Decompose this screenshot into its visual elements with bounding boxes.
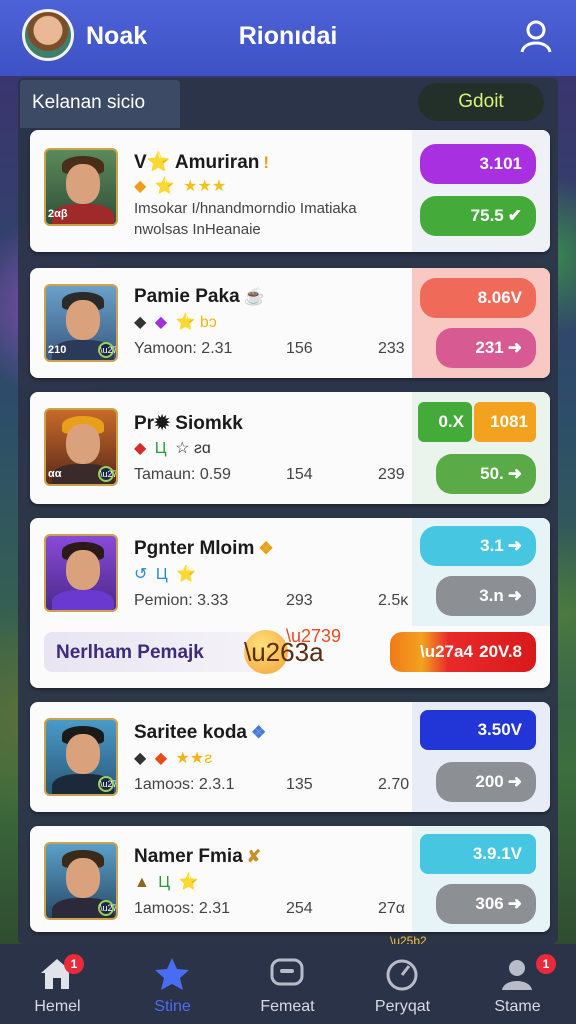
nav-item-star[interactable]: Stine (115, 944, 230, 1024)
score-pill[interactable]: 231 ➜ (436, 328, 536, 368)
player-portrait: \u2713 (44, 718, 118, 796)
score-pill[interactable]: 3.50V (420, 710, 536, 750)
score-pill[interactable]: 306 ➜ (436, 884, 536, 924)
player-portrait: αα \u2713 (44, 408, 118, 486)
player-portrait: 2αβ (44, 148, 118, 226)
user-icon (502, 960, 532, 990)
score-pill[interactable]: 3.n ➜ (436, 576, 536, 616)
section-tab[interactable]: Kelanan sicio (20, 80, 180, 128)
notification-badge: 1 (536, 954, 556, 974)
player-name: Pgnter Mloim ❖ (134, 538, 274, 559)
score-pill[interactable]: 75.5 ✔ (420, 196, 536, 236)
player-badges: ◆ Ц ☆ ƨɑ (134, 440, 211, 457)
score-pill[interactable]: 3.9.1V (420, 834, 536, 874)
arrow-right-icon: \u27a4 (420, 642, 473, 661)
score-pill[interactable]: 0.X (418, 402, 472, 442)
bottom-nav: 1 Hemel Stine Femeat Peryqat 1 Stame (0, 944, 576, 1024)
player-card[interactable]: 210 \u2713 Pamie Paka☕ ◆ ◆ ⭐ bɔ Yamoon: … (30, 268, 550, 378)
player-portrait: 210 \u2713 (44, 284, 118, 362)
score-pill[interactable]: 3.1 ➜ (420, 526, 536, 566)
player-name: V⭐ Amuriran! (134, 152, 270, 173)
player-name: Saritee koda ❖ (134, 722, 267, 743)
nav-item-timer[interactable]: Peryqat (345, 944, 460, 1024)
timer-icon (386, 959, 418, 991)
user-icon[interactable] (518, 18, 554, 54)
score-pill[interactable]: 8.06V (420, 278, 536, 318)
player-card[interactable]: \u2713 Namer Fmia✘ ▲ Ц ⭐ 1amoɔs: 2.31 25… (30, 826, 550, 932)
score-pill[interactable]: 200 ➜ (436, 762, 536, 802)
smiley-icon: \u263a (244, 630, 324, 674)
score-pill[interactable]: 3.101 (420, 144, 536, 184)
nav-item-home[interactable]: 1 Hemel (0, 944, 115, 1024)
player-portrait (44, 534, 118, 612)
page-title: Rionıdai (238, 22, 338, 50)
score-pill[interactable]: 1081 (474, 402, 536, 442)
gold-button[interactable]: Gdoit (418, 83, 544, 121)
player-card[interactable]: 2αβ V⭐ Amuriran! ◆ ⭐ ★★★ Imsokar I/hnand… (30, 130, 550, 252)
player-card[interactable]: αα \u2713 Pr✹ Siomkk ◆ Ц ☆ ƨɑ Tamaun: 0.… (30, 392, 550, 504)
player-name: Pr✹ Siomkk (134, 413, 243, 434)
player-badges: ▲ Ц ⭐ (134, 874, 199, 891)
score-pill[interactable]: 50. ➜ (436, 454, 536, 494)
player-badges: ↺ Ц ⭐ (134, 566, 197, 583)
player-badges: ◆ ⭐ ★★★ (134, 178, 227, 195)
player-portrait: \u2713 (44, 842, 118, 920)
player-name: Pamie Paka ☕ (134, 286, 265, 307)
sparkle-icon: \u2739 (286, 626, 342, 646)
boost-button[interactable]: \u27a4 20V.8 (390, 632, 536, 672)
notification-badge: 1 (64, 954, 84, 974)
player-name: Namer Fmia ✘ (134, 846, 262, 867)
player-badges: ◆ ◆ ★★ƨ (134, 750, 213, 767)
player-badges: ◆ ◆ ⭐ bɔ (134, 314, 217, 331)
nav-item-profile[interactable]: 1 Stame (460, 944, 575, 1024)
top-bar: Noak Rionıdai (0, 0, 576, 76)
player-card[interactable]: \u2713 Saritee koda❖ ◆ ◆ ★★ƨ 1amoɔs: 2.3… (30, 702, 550, 812)
player-description: Imsokar I/hnandmorndio Imatiaka nwolsas … (134, 200, 357, 238)
nav-item-chat[interactable]: Femeat (230, 944, 345, 1024)
chat-icon (270, 958, 304, 986)
star-icon (155, 958, 189, 990)
player-card[interactable]: Pgnter Mloim ❖ ↺ Ц ⭐ Pemion: 3.33 293 2.5… (30, 518, 550, 688)
